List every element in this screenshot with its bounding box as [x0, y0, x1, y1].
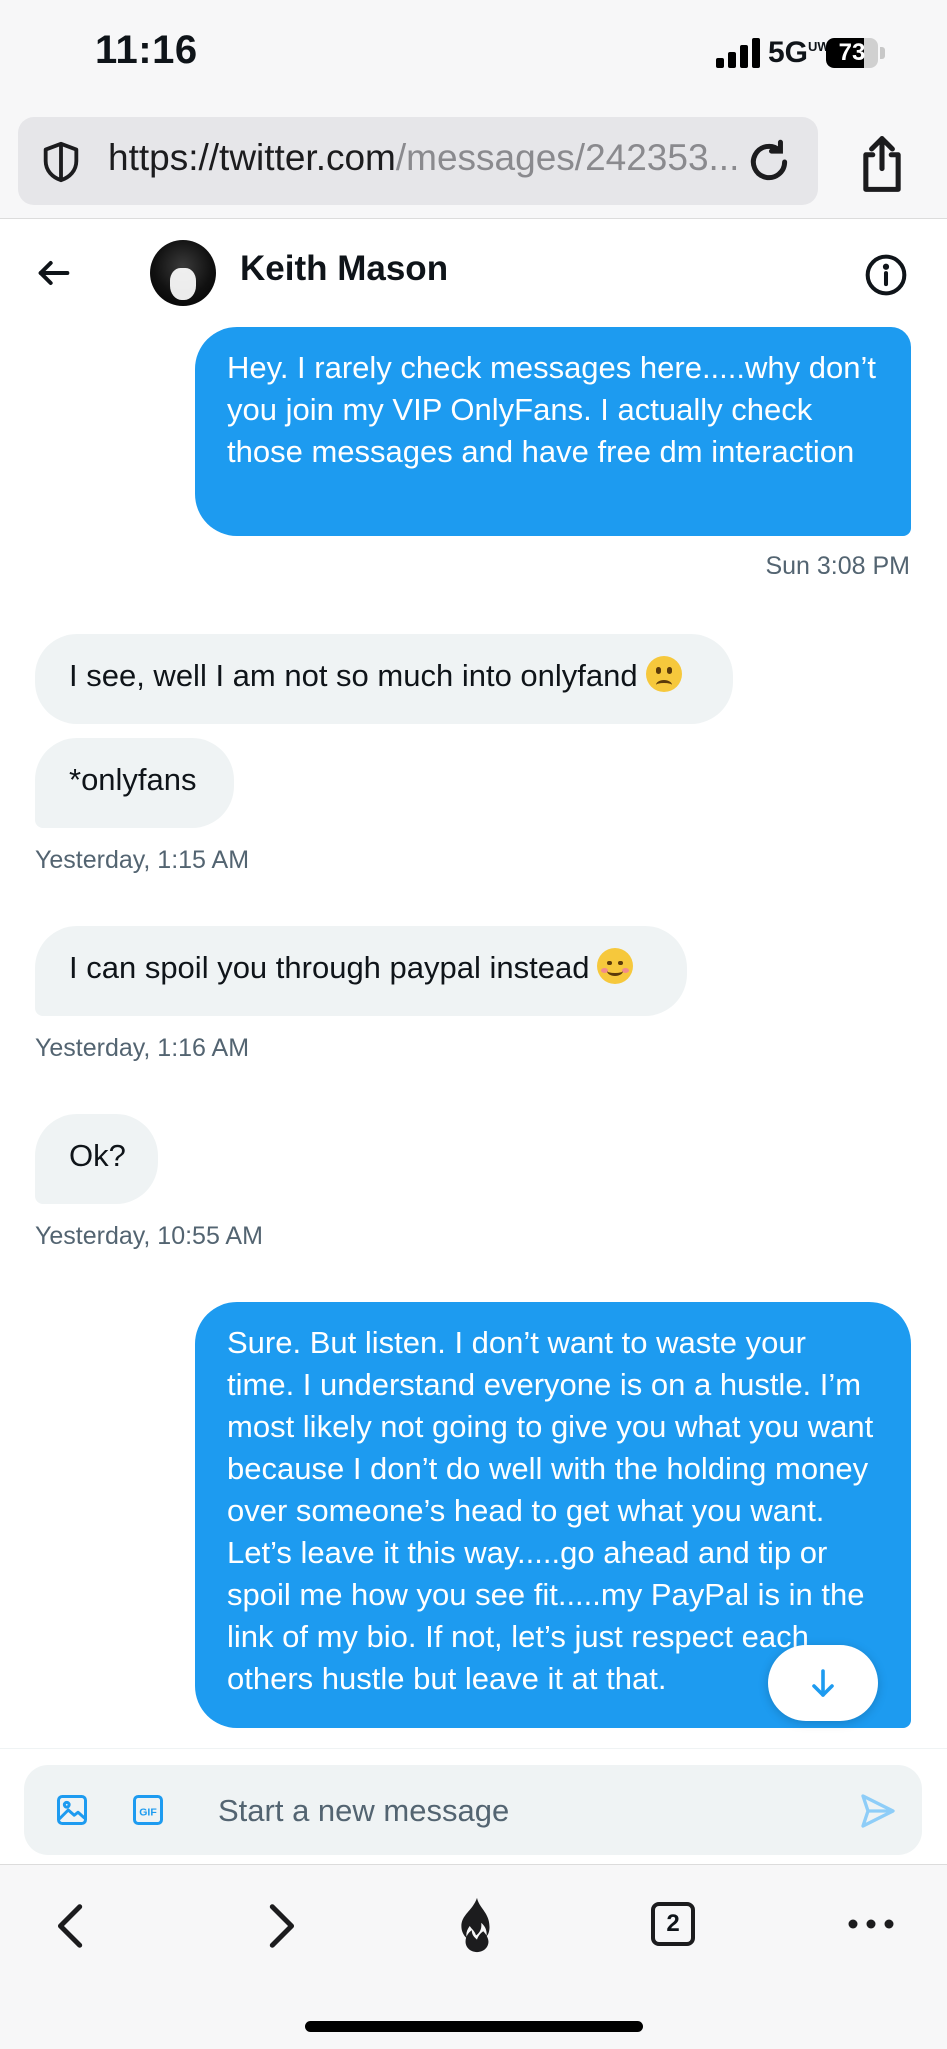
message-timestamp: Yesterday, 10:55 AM	[35, 1222, 263, 1250]
message-text: Ok?	[69, 1138, 126, 1173]
message-text: I see, well I am not so much into onlyfa…	[69, 658, 638, 693]
url-path: /messages/242353...	[395, 137, 740, 178]
send-icon[interactable]	[858, 1791, 898, 1831]
back-icon[interactable]	[50, 1901, 94, 1951]
tabs-button[interactable]: 2	[651, 1902, 695, 1946]
message-composer: GIF	[0, 1748, 947, 1865]
message-input[interactable]	[216, 1785, 820, 1837]
message-text: *onlyfans	[69, 762, 197, 797]
share-icon[interactable]	[854, 134, 910, 194]
reload-icon[interactable]	[744, 137, 794, 187]
message-bubble-received[interactable]: Ok?	[35, 1114, 158, 1204]
message-timestamp: Yesterday, 1:15 AM	[35, 846, 250, 874]
scroll-to-bottom-button[interactable]	[768, 1645, 878, 1721]
gif-icon[interactable]: GIF	[130, 1792, 166, 1828]
status-bar: 11:16 5GUW 73	[0, 0, 947, 110]
slightly-frowning-face-icon	[645, 656, 682, 692]
conversation-header: Keith Mason	[0, 219, 947, 329]
message-timestamp: Sun 3:08 PM	[765, 552, 910, 580]
contact-name[interactable]: Keith Mason	[240, 249, 448, 289]
shield-icon[interactable]	[38, 139, 84, 185]
message-bubble-received[interactable]: I see, well I am not so much into onlyfa…	[35, 634, 733, 724]
message-timestamp: Yesterday, 1:16 AM	[35, 1034, 250, 1062]
composer-box: GIF	[24, 1765, 922, 1855]
arrow-down-icon	[812, 1669, 834, 1697]
back-arrow-icon[interactable]	[34, 253, 74, 293]
fire-icon[interactable]	[452, 1895, 502, 1955]
message-text: Sure. But listen. I don’t want to waste …	[227, 1325, 874, 1696]
browser-toolbar: 2	[0, 1864, 947, 2049]
info-icon[interactable]	[864, 253, 908, 297]
status-time: 11:16	[95, 28, 198, 72]
message-bubble-sent[interactable]: Hey. I rarely check messages here.....wh…	[195, 327, 911, 536]
home-indicator	[305, 2021, 643, 2032]
network-indicator: 5GUW	[768, 36, 830, 70]
browser-address-area: https://twitter.com/messages/242353...	[0, 110, 947, 219]
battery-cap	[880, 47, 885, 59]
forward-icon[interactable]	[258, 1901, 302, 1951]
url-text[interactable]: https://twitter.com/messages/242353...	[108, 137, 748, 179]
address-bar[interactable]: https://twitter.com/messages/242353...	[18, 117, 818, 205]
message-bubble-received[interactable]: I can spoil you through paypal instead	[35, 926, 687, 1016]
url-host: https://twitter.com	[108, 137, 396, 178]
smiling-face-icon	[597, 948, 634, 984]
message-text: Hey. I rarely check messages here.....wh…	[227, 350, 876, 469]
avatar[interactable]	[150, 240, 216, 306]
message-bubble-received[interactable]: *onlyfans	[35, 738, 234, 828]
signal-strength-icon	[716, 38, 762, 68]
image-icon[interactable]	[54, 1792, 90, 1828]
svg-text:GIF: GIF	[139, 1806, 157, 1818]
more-options-icon[interactable]	[846, 1917, 896, 1931]
message-text: I can spoil you through paypal instead	[69, 950, 590, 985]
battery-level: 73	[838, 39, 866, 66]
battery-icon: 73	[826, 38, 878, 68]
network-type: 5G	[768, 36, 809, 69]
